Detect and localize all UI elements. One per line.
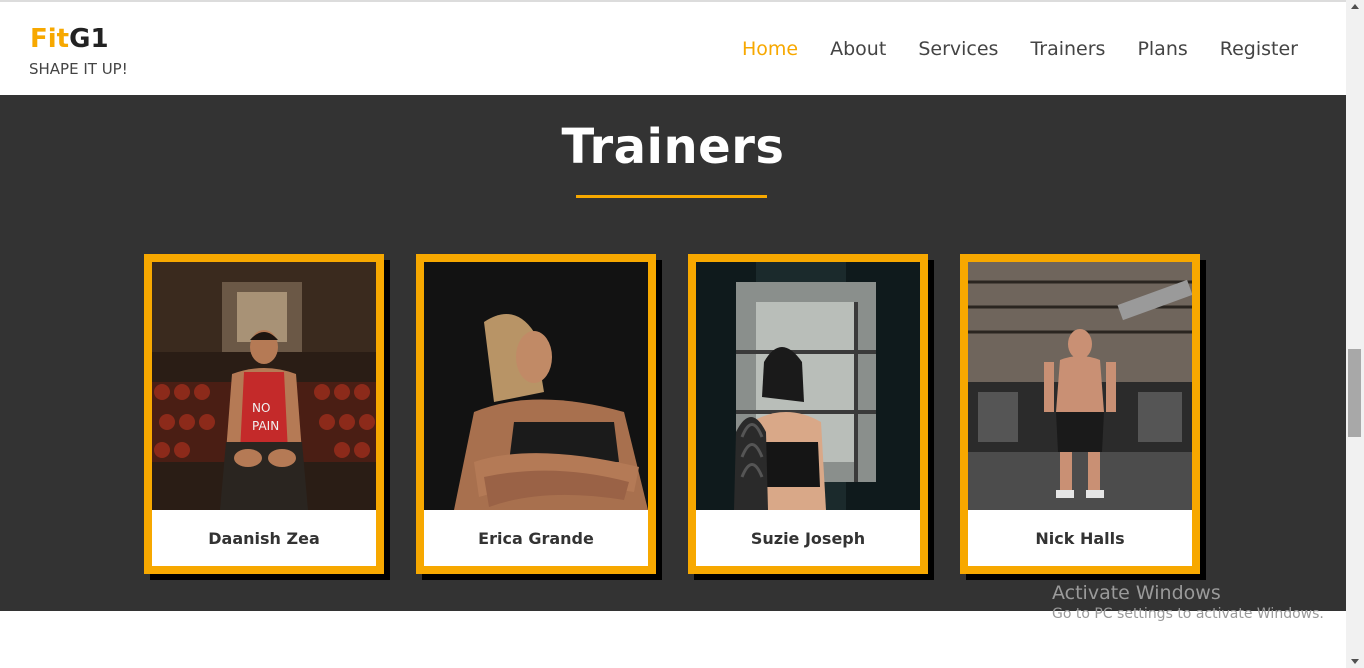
trainer-card[interactable]: Erica Grande (416, 254, 656, 574)
activate-windows-watermark: Activate Windows Go to PC settings to ac… (1052, 582, 1324, 622)
vertical-scrollbar[interactable] (1346, 0, 1364, 668)
logo-g1: G1 (69, 24, 109, 54)
scrollbar-thumb[interactable] (1348, 349, 1361, 437)
scroll-down-arrow-icon[interactable] (1351, 659, 1359, 664)
watermark-subtitle: Go to PC settings to activate Windows. (1052, 606, 1324, 622)
title-underline (576, 195, 767, 198)
nav-link-about[interactable]: About (830, 38, 886, 60)
trainer-photo-erica-image (424, 262, 648, 510)
trainer-name-box: Suzie Joseph (696, 510, 920, 566)
nav-link-register[interactable]: Register (1220, 38, 1298, 60)
logo-fit: Fit (30, 24, 70, 54)
trainer-photo-daanish: NO PAIN (152, 262, 376, 510)
trainer-name: Erica Grande (478, 528, 594, 548)
trainer-photo-suzie-image (696, 262, 920, 510)
watermark-title: Activate Windows (1052, 582, 1221, 604)
svg-text:NO: NO (252, 401, 270, 415)
trainer-card[interactable]: NO PAIN Daanish Zea (144, 254, 384, 574)
trainer-name-box: Daanish Zea (152, 510, 376, 566)
trainer-card[interactable]: Nick Halls (960, 254, 1200, 574)
trainer-name: Suzie Joseph (750, 528, 866, 548)
site-header: FitG1 SHAPE IT UP! Home About Services T… (0, 2, 1346, 95)
nav-link-home[interactable]: Home (742, 38, 798, 60)
page: FitG1 SHAPE IT UP! Home About Services T… (0, 0, 1364, 668)
trainer-photo-nick-image (968, 262, 1192, 510)
nav-link-trainers[interactable]: Trainers (1030, 38, 1105, 60)
section-title: Trainers (561, 119, 785, 175)
trainer-card[interactable]: Suzie Joseph (688, 254, 928, 574)
nav-link-services[interactable]: Services (918, 38, 998, 60)
trainer-name: Nick Halls (1035, 528, 1125, 548)
trainer-name: Daanish Zea (208, 528, 320, 548)
trainer-photo-suzie (696, 262, 920, 510)
nav-link-plans[interactable]: Plans (1137, 38, 1187, 60)
trainer-photo-erica (424, 262, 648, 510)
site-logo[interactable]: FitG1 (30, 24, 109, 54)
trainer-name-box: Nick Halls (968, 510, 1192, 566)
trainers-section: Trainers NO PAIN Daanish Zea Erica Grand… (0, 95, 1346, 611)
main-nav: Home About Services Trainers Plans Regis… (710, 38, 1298, 60)
trainer-photo-daanish-image: NO PAIN (152, 262, 376, 510)
scroll-up-arrow-icon[interactable] (1351, 4, 1359, 9)
svg-text:PAIN: PAIN (252, 419, 279, 433)
trainer-name-box: Erica Grande (424, 510, 648, 566)
trainer-photo-nick (968, 262, 1192, 510)
site-tagline: SHAPE IT UP! (29, 60, 128, 78)
